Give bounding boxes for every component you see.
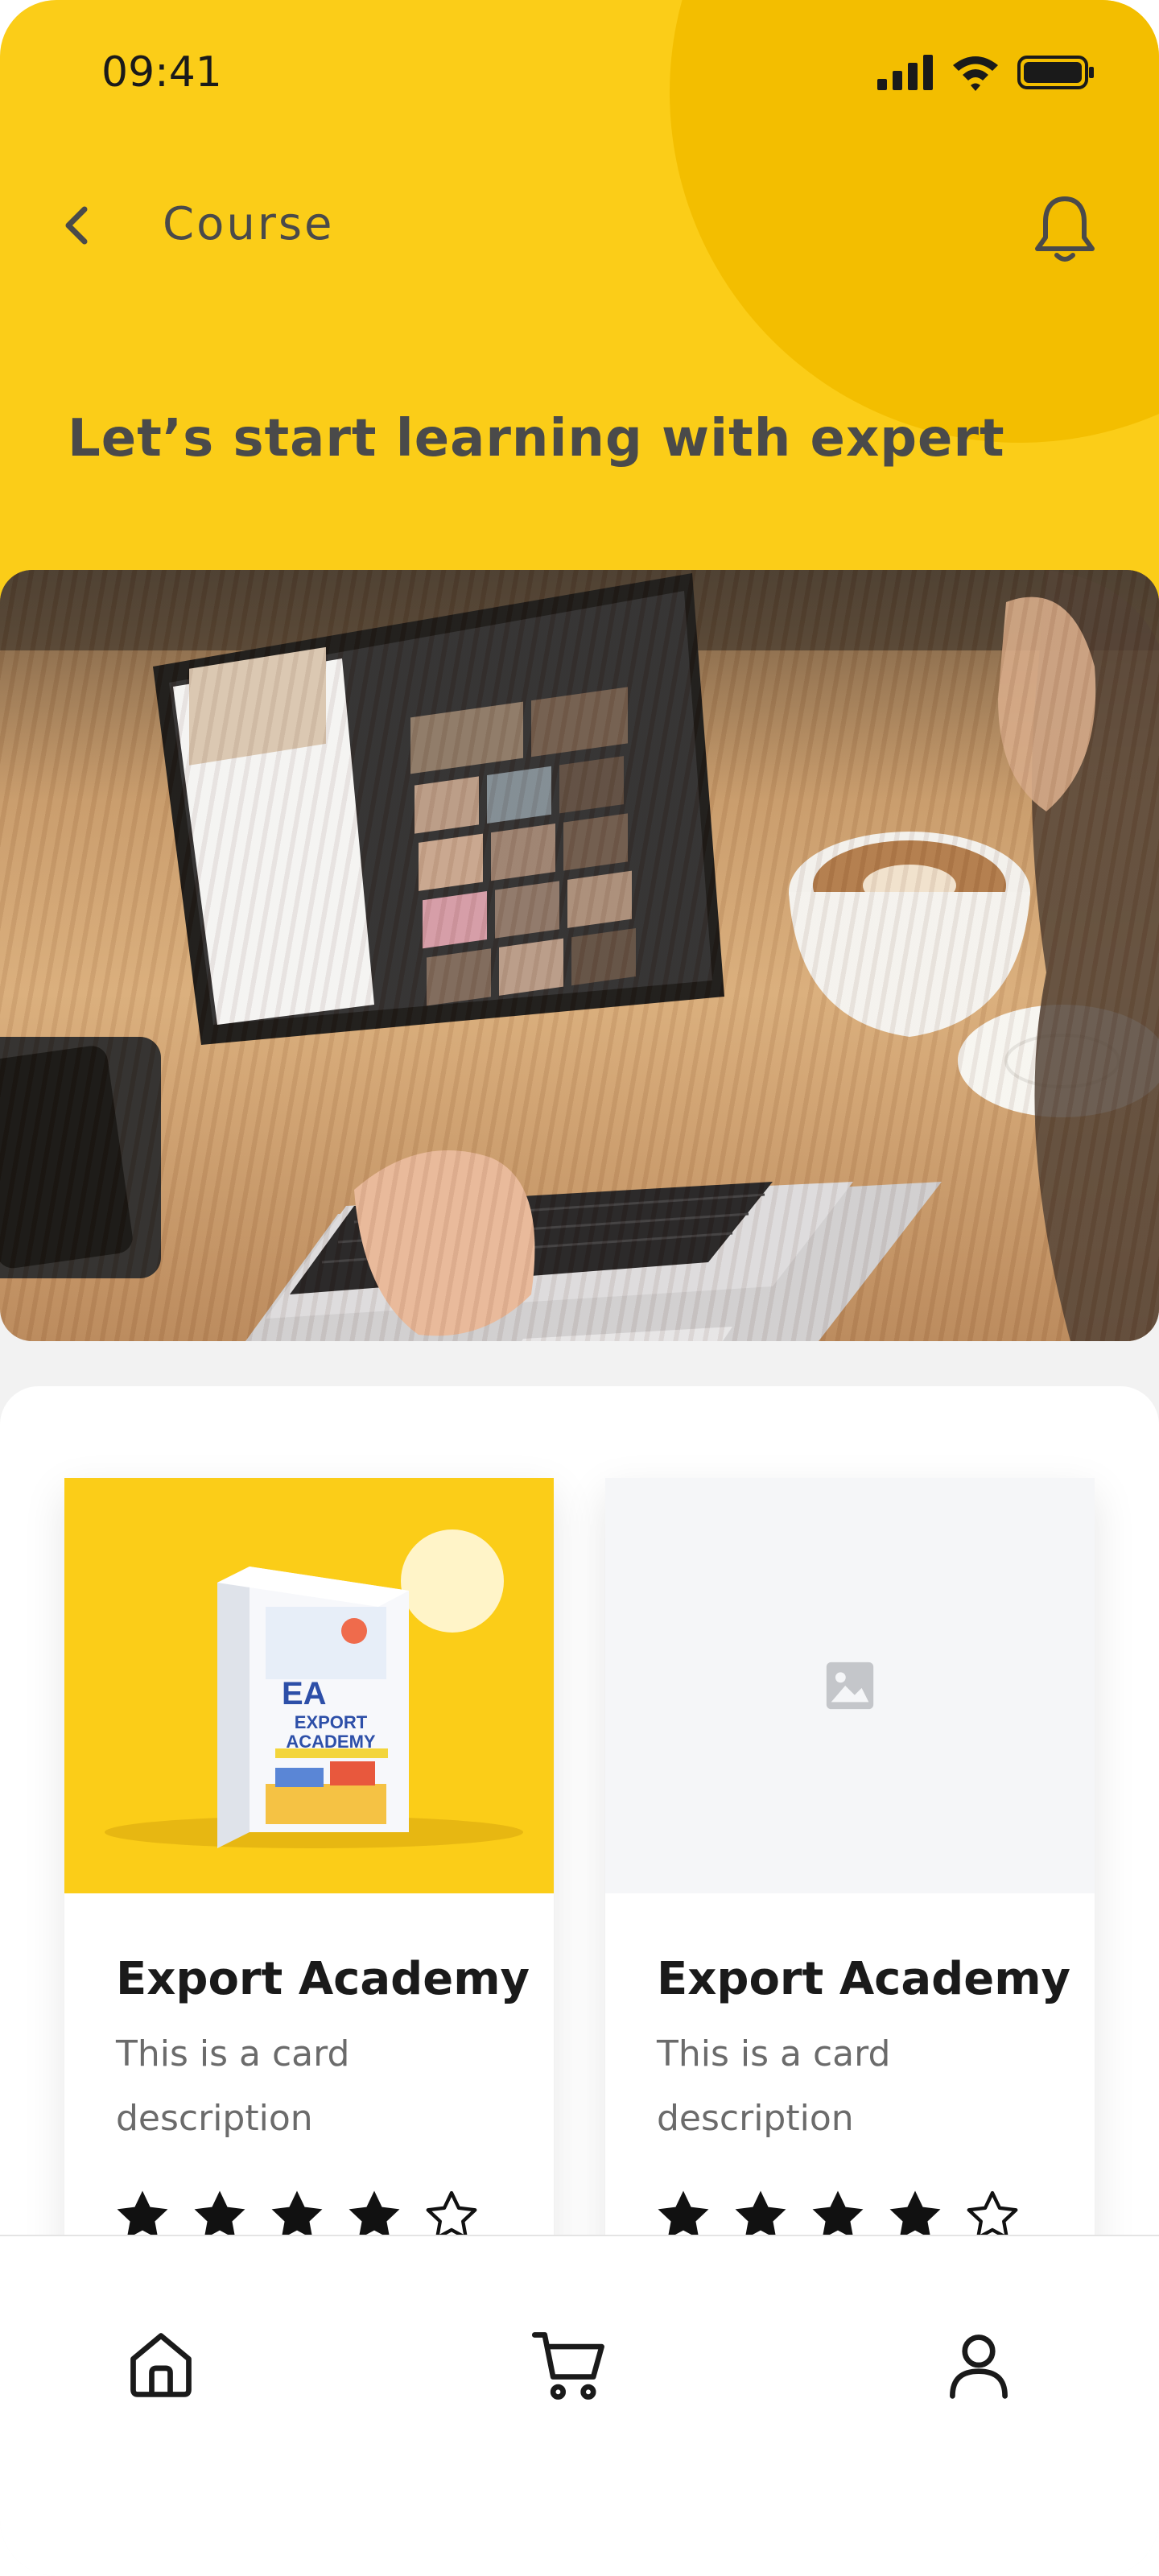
card-title: Export Academy [657, 1953, 1071, 2005]
bell-icon [1035, 196, 1095, 262]
card-image-placeholder [605, 1478, 1095, 1893]
notification-button[interactable] [1029, 188, 1101, 269]
page-title: Course [163, 198, 335, 250]
hero-image [0, 570, 1159, 1341]
nav-profile-button[interactable] [930, 2317, 1027, 2413]
signal-icon [877, 55, 933, 90]
status-time: 09:41 [101, 48, 222, 97]
course-card[interactable]: EA EXPORT ACADEMY Export Academy This is… [64, 1478, 554, 2283]
card-description: This is a card description [657, 2033, 891, 2139]
course-card[interactable]: Export Academy This is a card descriptio… [605, 1478, 1095, 2283]
card-description: This is a card description [116, 2033, 350, 2139]
status-icons [877, 48, 1095, 97]
box-monogram: EA [282, 1676, 327, 1711]
home-icon [130, 2333, 192, 2397]
image-placeholder-icon [826, 1662, 874, 1710]
profile-icon [950, 2334, 1008, 2399]
header: 09:41 Course Let’s start learning with e… [0, 0, 1159, 612]
card-image: EA EXPORT ACADEMY [64, 1478, 554, 1893]
back-button[interactable] [56, 197, 97, 254]
cart-icon [531, 2332, 604, 2400]
chevron-left-icon [65, 206, 88, 245]
wifi-icon [953, 56, 998, 91]
bottom-navigation [0, 2235, 1159, 2576]
box-brand: EXPORT ACADEMY [286, 1712, 376, 1752]
phone-screen: 09:41 Course Let’s start learning with e… [0, 0, 1159, 2576]
nav-home-button[interactable] [113, 2317, 209, 2413]
card-title: Export Academy [116, 1953, 530, 2005]
wood-table-texture [0, 570, 1159, 1341]
hero-heading: Let’s start learning with expert [68, 409, 1005, 469]
battery-icon [1017, 56, 1094, 89]
nav-cart-button[interactable] [522, 2317, 618, 2413]
